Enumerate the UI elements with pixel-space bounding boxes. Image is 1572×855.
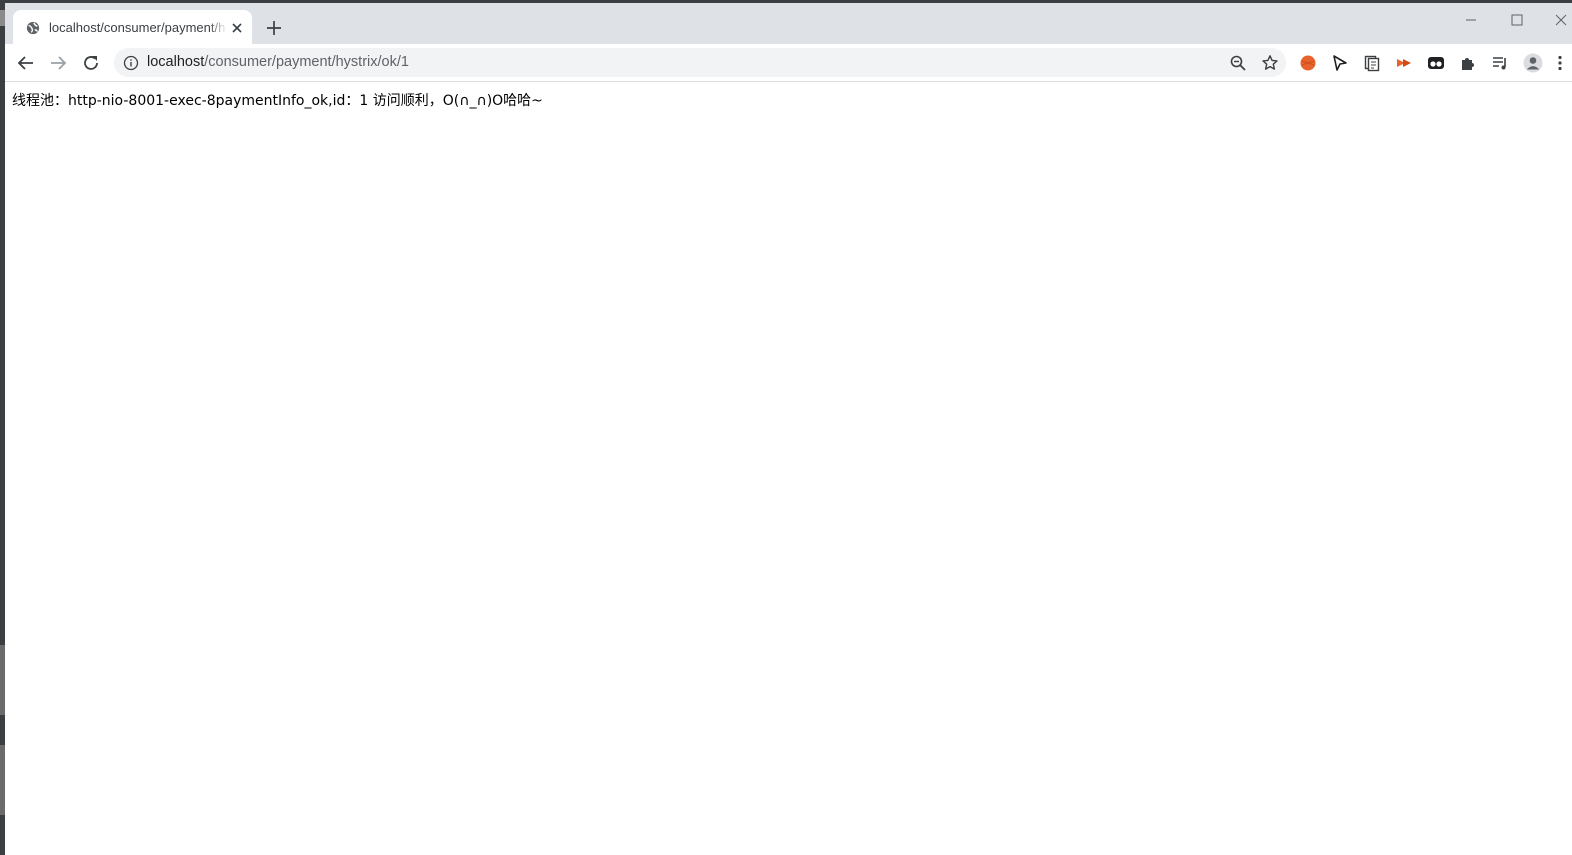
reload-icon[interactable] [80,52,102,74]
maximize-icon[interactable] [1506,9,1528,31]
plus-icon[interactable] [264,18,284,38]
arrow-right-icon[interactable] [47,52,69,74]
extension-cursor-icon[interactable] [1331,54,1349,72]
tab-strip: localhost/consumer/payment/hystrix/ok/1 [5,3,1572,45]
extension-orange-circle-icon[interactable] [1299,54,1317,72]
page-response-text: 线程池：http-nio-8001-exec-8paymentInfo_ok,i… [12,93,543,109]
arrow-left-icon[interactable] [15,52,37,74]
info-icon[interactable] [123,55,139,71]
profile-avatar-icon[interactable] [1523,53,1543,73]
extension-glasses-icon[interactable] [1427,54,1445,72]
address-bar[interactable]: localhost/consumer/payment/hystrix/ok/1 [114,48,1286,77]
url-path: /consumer/payment/hystrix/ok/1 [204,54,409,70]
reading-list-icon[interactable] [1491,54,1509,72]
tab-title-fade [209,18,227,38]
url-text[interactable]: localhost/consumer/payment/hystrix/ok/1 [147,54,409,71]
tab-title: localhost/consumer/payment/hystrix/ok/1 [49,20,225,35]
tab-active[interactable]: localhost/consumer/payment/hystrix/ok/1 [13,10,252,45]
browser-toolbar: localhost/consumer/payment/hystrix/ok/1 [5,44,1572,82]
globe-icon [26,21,40,35]
url-host: localhost [147,54,205,70]
window-close-icon[interactable] [1550,9,1572,31]
zoom-icon[interactable] [1229,54,1247,72]
minimize-icon[interactable] [1460,9,1482,31]
star-icon[interactable] [1261,54,1279,72]
browser-window: localhost/consumer/payment/hystrix/ok/1 [5,3,1572,855]
kebab-menu-icon[interactable] [1555,54,1565,72]
close-icon[interactable] [229,20,245,36]
puzzle-icon[interactable] [1459,54,1477,72]
extension-arrow-icon[interactable] [1395,54,1413,72]
extension-copy-icon[interactable] [1363,54,1381,72]
